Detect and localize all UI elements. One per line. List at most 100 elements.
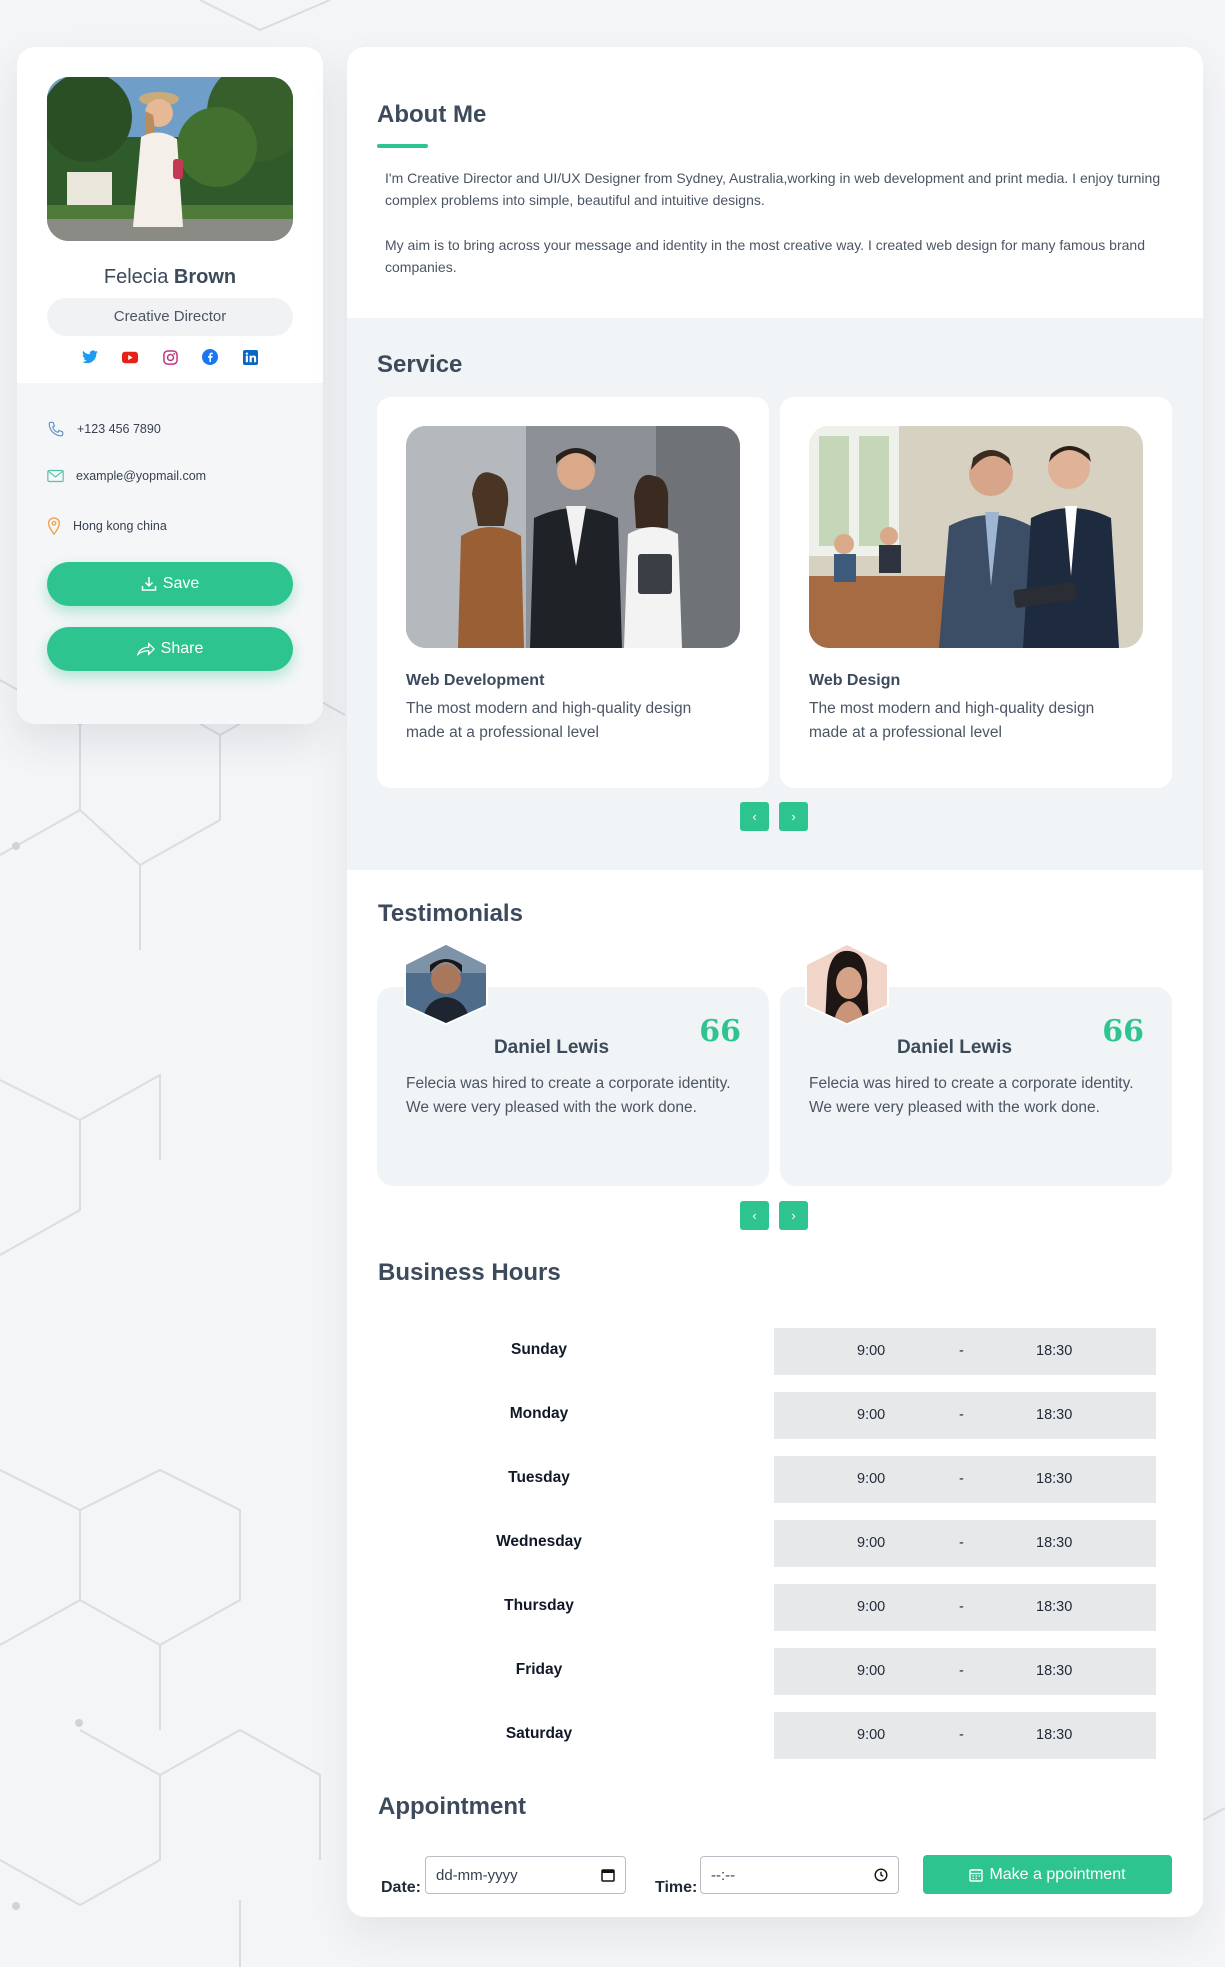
service-title-text: Web Development	[406, 672, 545, 689]
make-appointment-label: Make a ppointment	[989, 1865, 1126, 1883]
avatar	[803, 943, 891, 1025]
make-appointment-button[interactable]: Make a ppointment	[923, 1855, 1172, 1894]
open-time: 9:00	[857, 1471, 886, 1487]
time-separator: -	[959, 1343, 964, 1359]
linkedin-icon[interactable]	[242, 349, 258, 365]
hours-day: Saturday	[505, 1725, 573, 1742]
service-description: The most modern and high-quality design …	[406, 700, 692, 741]
open-time: 9:00	[857, 1599, 886, 1615]
service-image-team	[406, 426, 740, 648]
phone-row[interactable]: +123 456 7890	[47, 420, 161, 438]
share-icon	[136, 642, 155, 656]
contact-section: +123 456 7890 example@yopmail.com Hong k…	[17, 383, 323, 724]
service-card-web-development[interactable]: Web Development The most modern and high…	[377, 397, 769, 788]
profile-photo	[47, 77, 293, 241]
instagram-icon[interactable]	[162, 349, 178, 365]
testimonials-next-button[interactable]: ›	[779, 1201, 808, 1230]
about-paragraph-2: My aim is to bring across your message a…	[385, 237, 1145, 275]
testimonial-name: Daniel Lewis	[896, 1037, 1013, 1058]
time-separator: -	[959, 1727, 964, 1743]
date-field[interactable]: dd-mm-yyyy	[425, 1856, 626, 1894]
service-next-button[interactable]: ›	[779, 802, 808, 831]
time-separator: -	[959, 1407, 964, 1423]
service-prev-button[interactable]: ‹	[740, 802, 769, 831]
close-time: 18:30	[1036, 1471, 1073, 1487]
save-label: Save	[162, 575, 200, 592]
time-separator: -	[959, 1471, 964, 1487]
date-placeholder: dd-mm-yyyy	[436, 1866, 518, 1884]
about-title-underline	[377, 144, 428, 148]
mail-icon	[47, 469, 64, 483]
service-title: Service	[377, 351, 463, 378]
testimonial-text: Felecia was hired to create a corporate …	[406, 1075, 731, 1116]
last-name: Brown	[173, 266, 237, 288]
time-label: Time:	[655, 1879, 698, 1896]
time-placeholder: --:--	[711, 1866, 736, 1884]
youtube-icon[interactable]	[122, 349, 138, 365]
close-time: 18:30	[1036, 1663, 1073, 1679]
share-button[interactable]: Share	[47, 627, 293, 671]
open-time: 9:00	[857, 1727, 886, 1743]
profile-card: Felecia Brown Creative Director +123 456…	[17, 47, 323, 724]
business-hours-title: Business Hours	[378, 1259, 561, 1286]
location-text: Hong kong china	[73, 519, 167, 533]
phone-icon	[48, 421, 64, 437]
open-time: 9:00	[857, 1535, 886, 1551]
date-label: Date:	[381, 1879, 422, 1896]
location-pin-icon	[47, 517, 61, 535]
hours-day: Thursday	[504, 1597, 574, 1614]
service-description: The most modern and high-quality design …	[809, 700, 1095, 741]
facebook-icon[interactable]	[202, 349, 218, 365]
testimonial-name: Daniel Lewis	[493, 1037, 610, 1058]
hours-day: Wednesday	[496, 1533, 582, 1550]
hours-day: Sunday	[511, 1341, 567, 1358]
hours-row: 9:00 - 18:30	[774, 1328, 1156, 1375]
open-time: 9:00	[857, 1343, 886, 1359]
service-card-web-design[interactable]: Web Design The most modern and high-qual…	[780, 397, 1172, 788]
testimonials-prev-button[interactable]: ‹	[740, 1201, 769, 1230]
phone-text: +123 456 7890	[77, 422, 161, 436]
quote-icon: 66	[699, 1014, 741, 1049]
social-links	[17, 349, 323, 365]
service-image-meeting	[809, 426, 1143, 648]
close-time: 18:30	[1036, 1535, 1073, 1551]
close-time: 18:30	[1036, 1599, 1073, 1615]
profile-name: Felecia Brown	[17, 266, 323, 289]
avatar	[402, 943, 490, 1025]
close-time: 18:30	[1036, 1407, 1073, 1423]
role-badge: Creative Director	[47, 298, 293, 336]
share-label: Share	[160, 640, 204, 657]
time-separator: -	[959, 1599, 964, 1615]
location-row[interactable]: Hong kong china	[47, 517, 167, 535]
hours-row: 9:00 - 18:30	[774, 1712, 1156, 1759]
quote-icon: 66	[1102, 1014, 1144, 1049]
time-separator: -	[959, 1535, 964, 1551]
save-button[interactable]: Save	[47, 562, 293, 606]
calendar-icon[interactable]	[601, 1868, 615, 1882]
clock-icon[interactable]	[874, 1868, 888, 1882]
hours-row: 9:00 - 18:30	[774, 1392, 1156, 1439]
download-icon	[141, 577, 157, 591]
main-content-card: About Me I'm Creative Director and UI/UX…	[347, 47, 1203, 1917]
close-time: 18:30	[1036, 1727, 1073, 1743]
time-field[interactable]: --:--	[700, 1856, 899, 1894]
twitter-icon[interactable]	[82, 349, 98, 365]
service-title-text: Web Design	[809, 672, 901, 689]
hours-day: Tuesday	[508, 1469, 570, 1486]
open-time: 9:00	[857, 1663, 886, 1679]
hours-row: 9:00 - 18:30	[774, 1648, 1156, 1695]
hours-day: Friday	[515, 1661, 563, 1678]
email-text: example@yopmail.com	[76, 469, 207, 483]
testimonials-title: Testimonials	[378, 900, 523, 927]
testimonial-text: Felecia was hired to create a corporate …	[809, 1075, 1134, 1116]
appointment-title: Appointment	[378, 1793, 526, 1820]
about-title: About Me	[377, 101, 487, 128]
first-name: Felecia	[103, 266, 169, 288]
email-row[interactable]: example@yopmail.com	[47, 469, 206, 483]
hours-row: 9:00 - 18:30	[774, 1456, 1156, 1503]
calendar-icon	[969, 1868, 984, 1882]
about-paragraph-1: I'm Creative Director and UI/UX Designer…	[385, 170, 1161, 208]
hours-day: Monday	[509, 1405, 569, 1422]
hours-row: 9:00 - 18:30	[774, 1520, 1156, 1567]
hours-row: 9:00 - 18:30	[774, 1584, 1156, 1631]
